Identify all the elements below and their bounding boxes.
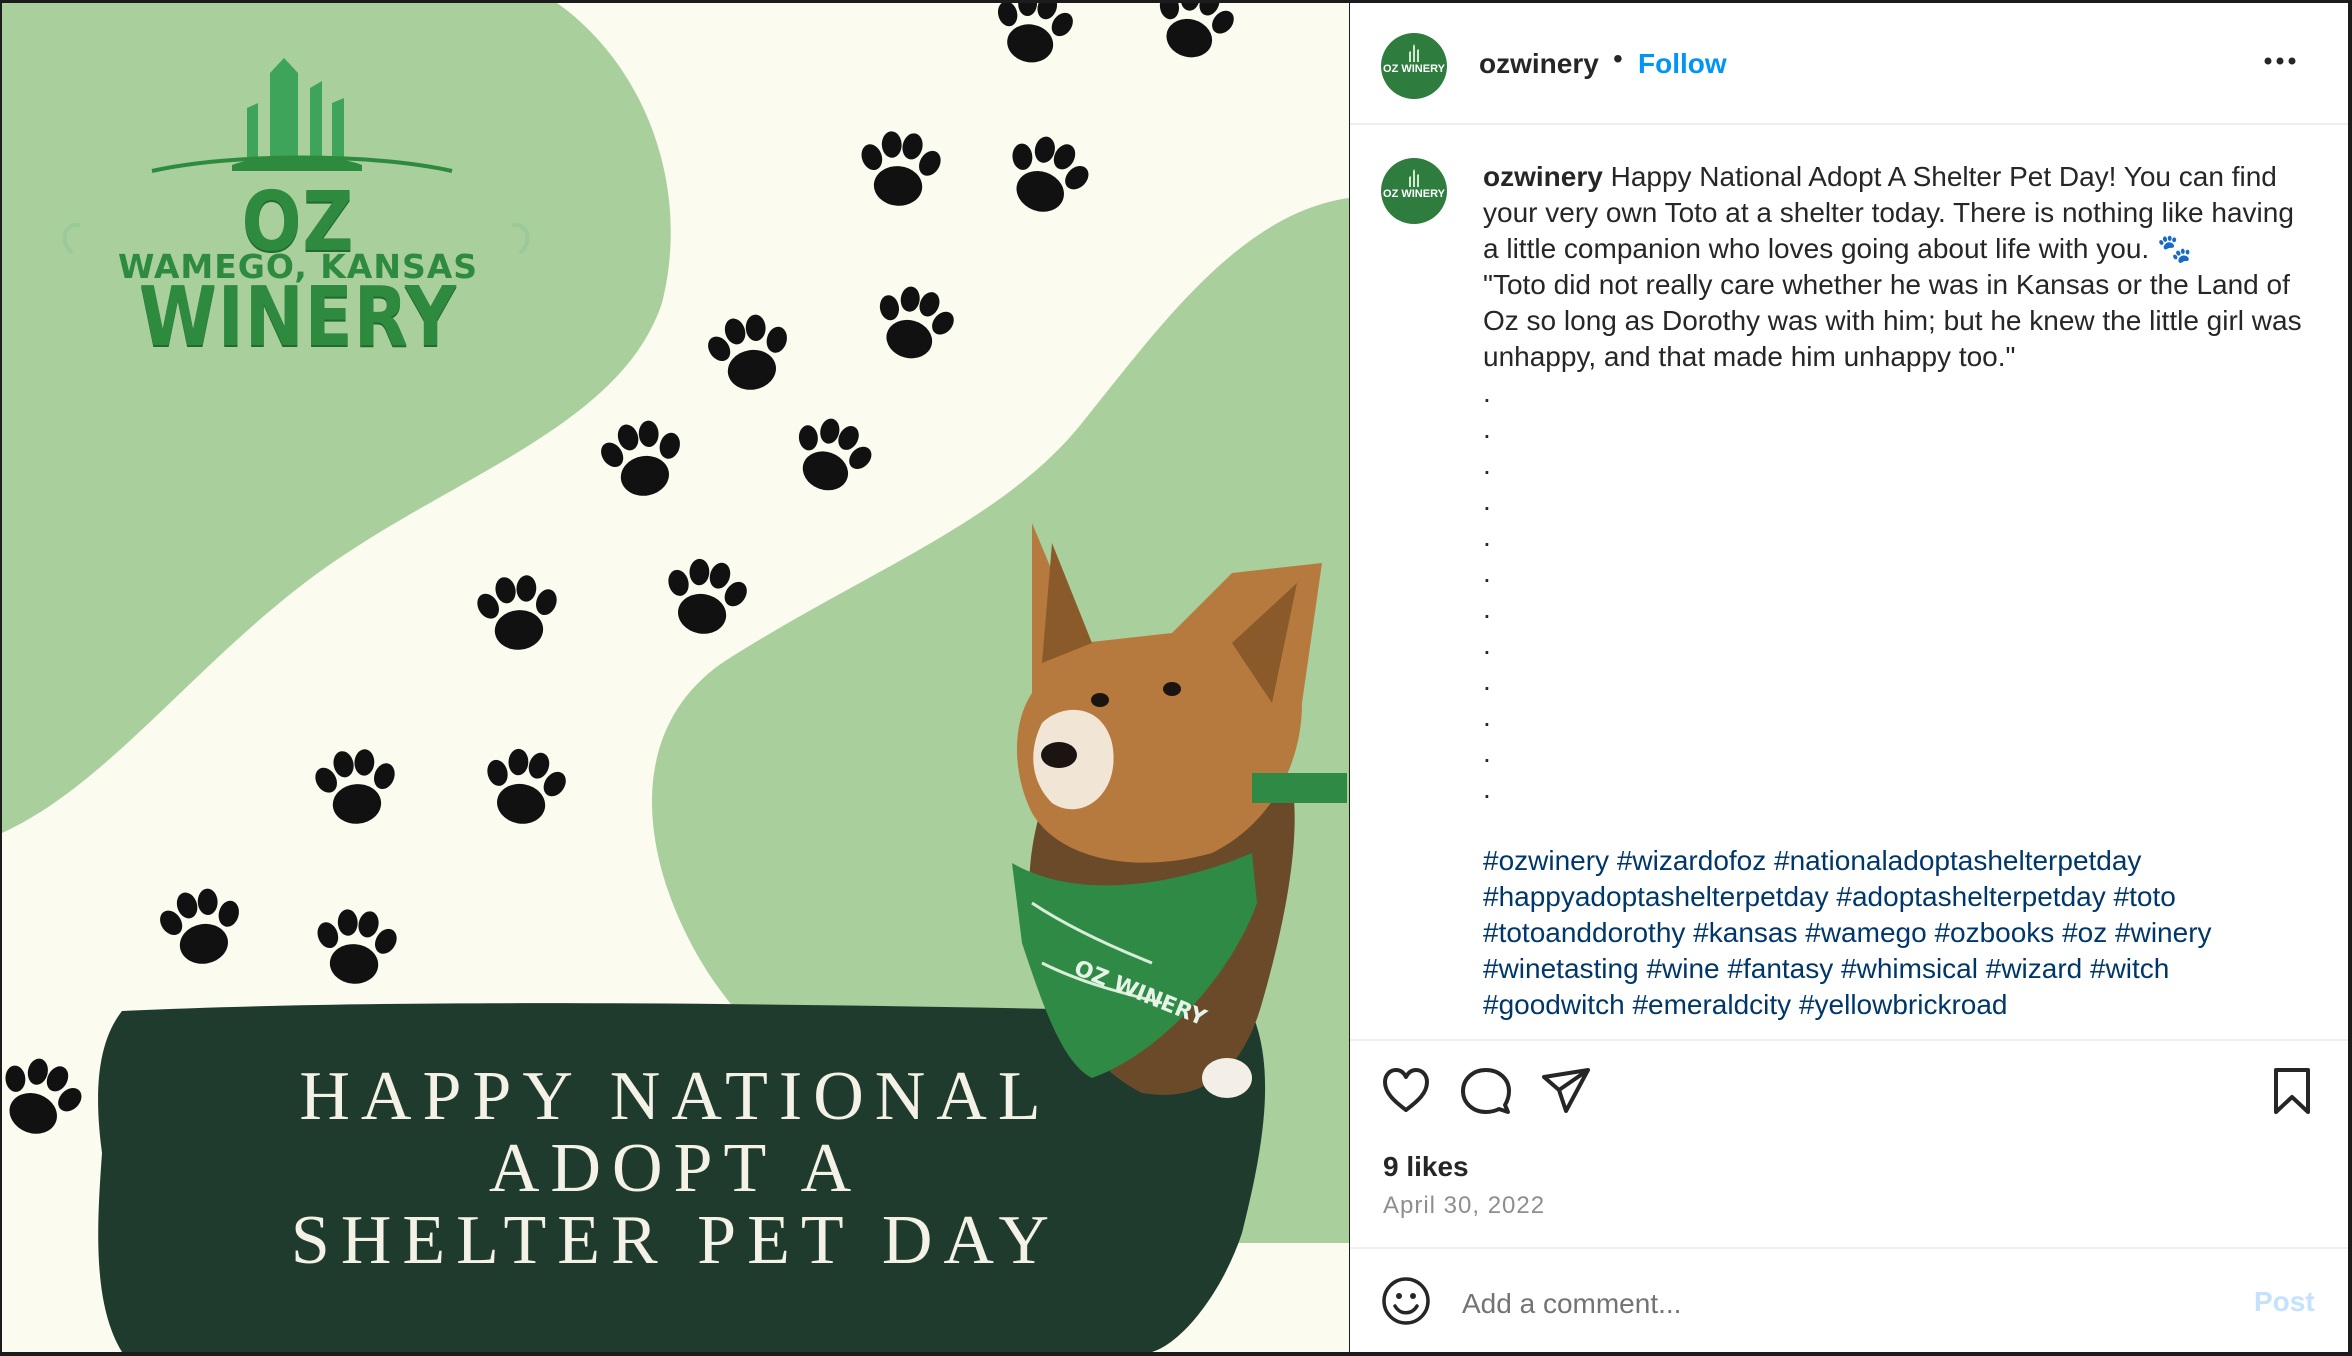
post-comment-button[interactable]: Post: [2254, 1286, 2315, 1318]
hashtag-link[interactable]: #oz: [2062, 917, 2107, 948]
share-button[interactable]: [1540, 1065, 1592, 1117]
avatar-logo-icon: [1409, 169, 1419, 187]
like-button[interactable]: [1380, 1065, 1432, 1117]
hashtag-link[interactable]: #goodwitch: [1483, 989, 1625, 1020]
save-button[interactable]: [2266, 1065, 2318, 1117]
post-image[interactable]: OZ WINERY WAMEGO, KANSAS OZ WINERY HAPPY…: [2, 3, 1349, 1352]
hashtag-list: #ozwinery #wizardofoz #nationaladoptashe…: [1483, 843, 2303, 1023]
hashtag-link[interactable]: #ozwinery: [1483, 845, 1609, 876]
hashtag-link[interactable]: #ozbooks: [1934, 917, 2054, 948]
banner-text: HAPPY NATIONAL ADOPT A SHELTER PET DAY: [2, 1061, 1349, 1277]
caption-username[interactable]: ozwinery: [1483, 161, 1603, 192]
paper-plane-icon: [1542, 1068, 1590, 1113]
hashtag-link[interactable]: #fantasy: [1727, 953, 1833, 984]
logo-subtitle: WAMEGO, KANSAS: [117, 247, 479, 286]
comment-divider: [1350, 1247, 2348, 1249]
avatar[interactable]: OZ WINERY: [1381, 33, 1447, 99]
hashtag-link[interactable]: #whimsical: [1841, 953, 1978, 984]
comment-input[interactable]: [1462, 1279, 2222, 1329]
bookmark-icon: [2274, 1068, 2310, 1114]
post-details-panel: OZ WINERY ozwinery • Follow OZ WINERY oz…: [1350, 3, 2348, 1352]
hashtag-link[interactable]: #happyadoptashelterpetday: [1483, 881, 1829, 912]
post-caption: ozwinery Happy National Adopt A Shelter …: [1483, 159, 2303, 807]
caption-avatar[interactable]: OZ WINERY: [1381, 158, 1447, 224]
hashtag-link[interactable]: #toto: [2114, 881, 2176, 912]
more-options-button[interactable]: [2262, 43, 2298, 88]
comment-button[interactable]: [1460, 1065, 1512, 1117]
hashtag-link[interactable]: #winery: [2115, 917, 2211, 948]
banner-line-3: SHELTER PET DAY: [290, 1202, 1061, 1279]
banner-line-1: HAPPY NATIONAL: [299, 1058, 1052, 1135]
instagram-post-modal: OZ WINERY WAMEGO, KANSAS OZ WINERY HAPPY…: [0, 0, 2352, 1356]
hashtag-link[interactable]: #emeraldcity: [1632, 989, 1791, 1020]
header-username[interactable]: ozwinery: [1479, 48, 1599, 80]
hashtag-link[interactable]: #yellowbrickroad: [1799, 989, 2008, 1020]
actions-divider: [1350, 1039, 2348, 1041]
heart-icon: [1383, 1068, 1429, 1112]
comment-bubble-icon: [1461, 1068, 1511, 1114]
hashtag-link[interactable]: #kansas: [1693, 917, 1797, 948]
emoji-button[interactable]: [1380, 1275, 1432, 1327]
hashtag-link[interactable]: #totoanddorothy: [1483, 917, 1685, 948]
follow-button[interactable]: Follow: [1638, 48, 1727, 80]
hashtag-link[interactable]: #wine: [1646, 953, 1719, 984]
likes-count[interactable]: 9 likes: [1383, 1151, 1469, 1183]
hashtag-link[interactable]: #winetasting: [1483, 953, 1639, 984]
hashtag-link[interactable]: #witch: [2090, 953, 2169, 984]
header-separator: •: [1613, 43, 1623, 74]
avatar-text: OZ WINERY: [1383, 63, 1445, 75]
hashtag-link[interactable]: #wizard: [1986, 953, 2082, 984]
post-header: OZ WINERY ozwinery • Follow: [1350, 3, 2348, 125]
avatar-text: OZ WINERY: [1383, 188, 1445, 200]
hashtag-link[interactable]: #wizardofoz: [1617, 845, 1766, 876]
avatar-logo-icon: [1409, 44, 1419, 62]
hashtag-link[interactable]: #wamego: [1805, 917, 1926, 948]
banner-line-2: ADOPT A: [488, 1130, 863, 1207]
caption-text: Happy National Adopt A Shelter Pet Day! …: [1483, 161, 2302, 804]
hashtag-link[interactable]: #nationaladoptashelterpetday: [1774, 845, 2141, 876]
more-options-icon: [2264, 57, 2296, 65]
hashtag-link[interactable]: #adoptashelterpetday: [1836, 881, 2105, 912]
post-date[interactable]: April 30, 2022: [1383, 1192, 1545, 1220]
smiley-icon: [1382, 1277, 1430, 1325]
